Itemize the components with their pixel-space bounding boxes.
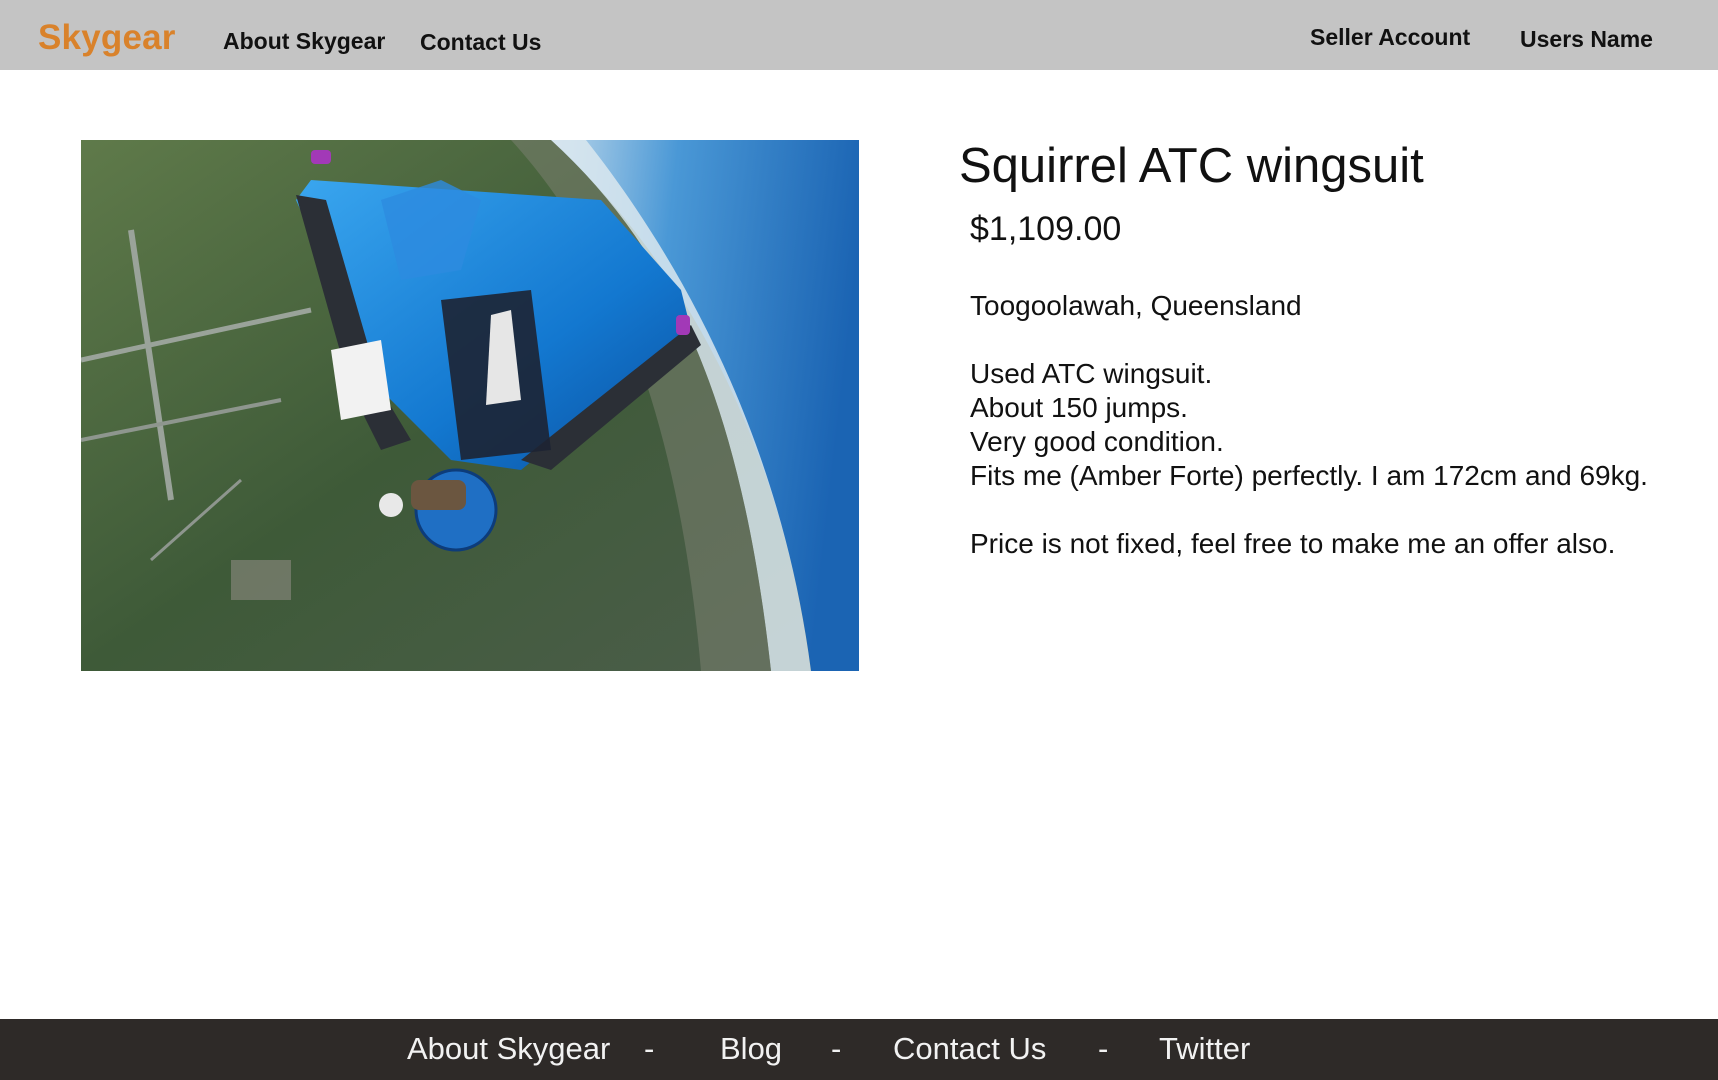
product-image[interactable] (81, 140, 859, 671)
description-line: Used ATC wingsuit. (970, 358, 1213, 389)
product-location: Toogoolawah, Queensland (970, 290, 1302, 321)
product-description: Used ATC wingsuit. About 150 jumps. Very… (970, 357, 1660, 561)
product-title: Squirrel ATC wingsuit (959, 139, 1424, 193)
site-logo[interactable]: Skygear (38, 18, 176, 58)
description-line: Price is not fixed, feel free to make me… (970, 528, 1616, 559)
footer-blog-link[interactable]: Blog (720, 1031, 782, 1067)
footer-separator: - (831, 1031, 842, 1066)
nav-contact-link[interactable]: Contact Us (420, 29, 541, 56)
footer-contact-link[interactable]: Contact Us (893, 1031, 1046, 1067)
footer-bar: About Skygear - Blog - Contact Us - Twit… (0, 1019, 1718, 1080)
wingsuit-skydiver-photo (81, 140, 859, 671)
page: Skygear About Skygear Contact Us Seller … (0, 0, 1718, 1080)
footer-about-link[interactable]: About Skygear (407, 1031, 610, 1067)
product-price: $1,109.00 (970, 210, 1122, 248)
seller-account-link[interactable]: Seller Account (1310, 24, 1470, 51)
footer-twitter-link[interactable]: Twitter (1159, 1031, 1250, 1067)
description-line: About 150 jumps. (970, 392, 1188, 423)
footer-separator: - (1098, 1031, 1109, 1066)
user-name-link[interactable]: Users Name (1520, 26, 1653, 53)
footer-separator: - (644, 1031, 655, 1066)
top-nav-bar: Skygear About Skygear Contact Us Seller … (0, 0, 1718, 70)
description-line: Very good condition. (970, 426, 1224, 457)
description-line: Fits me (Amber Forte) perfectly. I am 17… (970, 460, 1648, 491)
nav-about-link[interactable]: About Skygear (223, 28, 385, 55)
